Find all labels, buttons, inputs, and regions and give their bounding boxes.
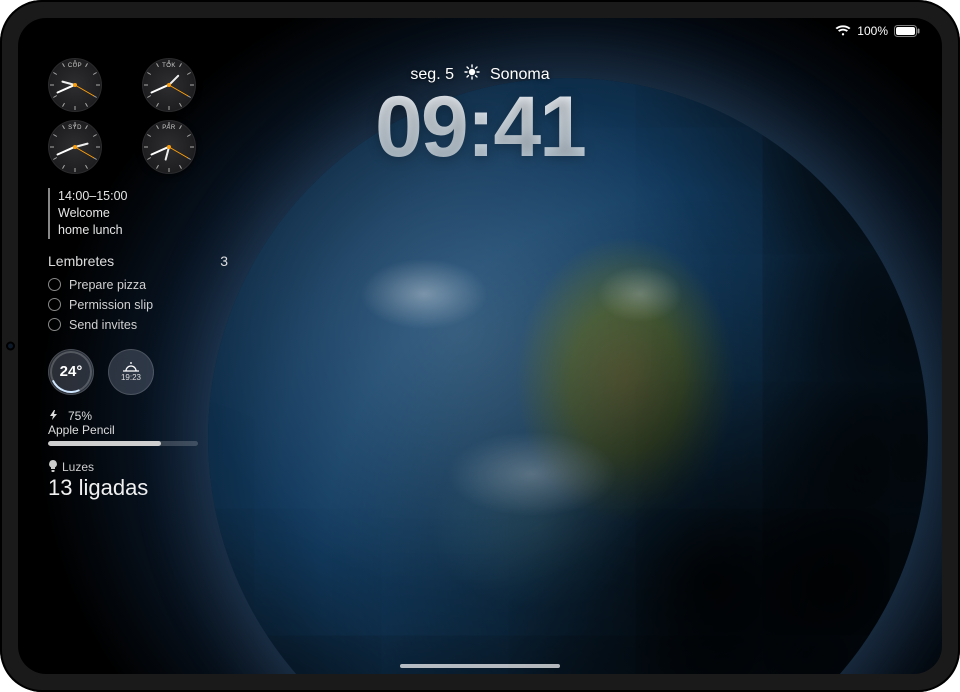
reminder-label: Send invites [69, 318, 137, 332]
temp-value: 24 [60, 363, 77, 380]
front-camera [8, 344, 13, 349]
charging-icon [48, 409, 64, 423]
battery-widget[interactable]: 75% Apple Pencil [48, 409, 228, 446]
home-widget[interactable]: Luzes 13 ligadas [48, 460, 228, 501]
reminder-item[interactable]: Prepare pizza [48, 275, 228, 295]
lock-clock: seg. 5 Sonoma 09:41 [375, 64, 585, 166]
reminders-count: 3 [220, 253, 228, 269]
pencil-progress [48, 441, 198, 446]
reminder-checkbox[interactable] [48, 318, 61, 331]
reminder-item[interactable]: Send invites [48, 315, 228, 335]
sunset-widget[interactable]: 19:23 [108, 349, 154, 395]
reminder-checkbox[interactable] [48, 298, 61, 311]
sunset-time: 19:23 [121, 373, 141, 382]
lock-screen[interactable]: 100% seg. 5 Sonoma 09:41 CUP TOK SYD PAR 14… [18, 18, 942, 674]
circular-widgets-row: 24° 19:23 [48, 349, 228, 395]
pencil-percent: 75% [68, 409, 92, 423]
battery-icon [894, 25, 920, 37]
pencil-name: Apple Pencil [48, 423, 228, 437]
analog-clock-tok[interactable]: TOK [142, 58, 196, 112]
analog-clock-par[interactable]: PAR [142, 120, 196, 174]
event-time: 14:00–15:00 [58, 188, 228, 205]
analog-clock-cup[interactable]: CUP [48, 58, 102, 112]
widget-column: CUP TOK SYD PAR 14:00–15:00 Welcome home lu… [48, 58, 228, 501]
reminders-widget[interactable]: Lembretes 3 Prepare pizza Permission slip… [48, 253, 228, 335]
home-value: 13 ligadas [48, 475, 228, 501]
reminder-item[interactable]: Permission slip [48, 295, 228, 315]
sunset-icon [121, 361, 141, 373]
calendar-widget[interactable]: 14:00–15:00 Welcome home lunch [48, 188, 228, 239]
lightbulb-icon [48, 460, 58, 475]
ipad-frame: 100% seg. 5 Sonoma 09:41 CUP TOK SYD PAR 14… [0, 0, 960, 692]
battery-percent-label: 100% [857, 24, 888, 38]
event-title-line2: home lunch [58, 222, 228, 239]
status-bar: 100% [835, 24, 920, 38]
lock-time: 09:41 [375, 89, 585, 166]
wifi-icon [835, 25, 851, 37]
reminder-label: Permission slip [69, 298, 153, 312]
weather-temp-widget[interactable]: 24° [48, 349, 94, 395]
home-indicator[interactable] [400, 664, 560, 668]
reminder-checkbox[interactable] [48, 278, 61, 291]
reminder-label: Prepare pizza [69, 278, 146, 292]
home-label: Luzes [62, 460, 94, 474]
event-title-line1: Welcome [58, 205, 228, 222]
analog-clock-syd[interactable]: SYD [48, 120, 102, 174]
reminders-header: Lembretes [48, 253, 114, 269]
world-clock-widget[interactable]: CUP TOK SYD PAR [48, 58, 228, 174]
